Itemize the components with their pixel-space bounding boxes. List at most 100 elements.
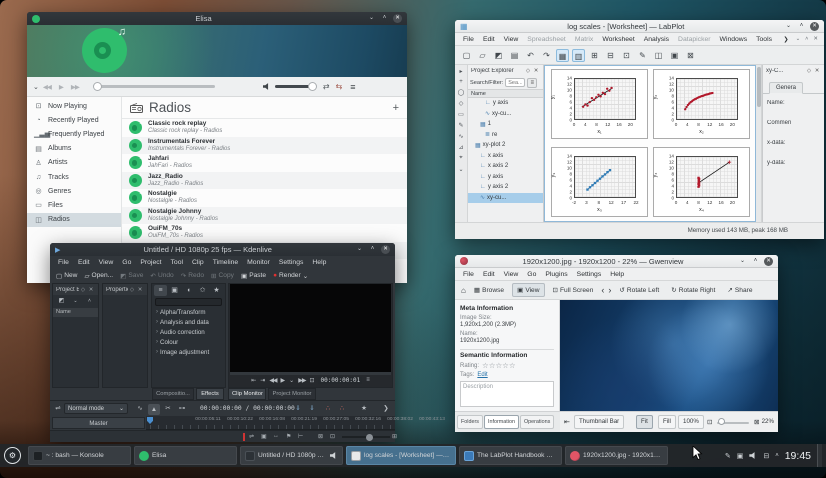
tree-item[interactable]: ∿ xy-cu...	[468, 193, 543, 204]
menu-item[interactable]: Settings	[275, 258, 308, 267]
arrow-up-icon[interactable]: ˄	[83, 296, 96, 307]
sidebar-item[interactable]: ♫ Tracks	[27, 170, 121, 184]
view-button[interactable]: ▣View	[512, 283, 544, 297]
record-options-icon[interactable]: ∴	[336, 404, 348, 412]
thumbnail-bar-toggle-icon[interactable]: ⇤	[564, 418, 570, 426]
side-toolbar-icon[interactable]: ⌄	[458, 166, 463, 173]
effects-search-input[interactable]	[155, 298, 222, 306]
monitor-timecode[interactable]: 00:00:00:01	[318, 377, 362, 384]
next-track-icon[interactable]: ▶▶	[71, 83, 79, 91]
tree-item[interactable]: ∟ y axis	[468, 98, 543, 109]
menu-item[interactable]: Project	[136, 258, 165, 267]
sidebar-item[interactable]: ◔ Recently Played	[27, 113, 121, 127]
worksheet-view[interactable]: y₁ 02468101214 048121620 x₁ y₂ 024681012…	[544, 65, 756, 222]
repeat-icon[interactable]: ⇆	[336, 82, 343, 91]
filter-input[interactable]	[505, 78, 525, 87]
tree-item[interactable]: ≣ re	[468, 130, 543, 141]
play-icon[interactable]: ▶	[59, 83, 63, 91]
side-toolbar-icon[interactable]: ⊿	[458, 144, 463, 151]
zoom-slider-handle[interactable]	[718, 418, 725, 425]
float-panel-icon[interactable]: ◇	[79, 287, 87, 293]
zoom-100-button[interactable]: 100%	[678, 415, 704, 429]
player-menu-icon[interactable]: ≡	[350, 82, 355, 92]
toolbar-button[interactable]: ⊞ Copy	[211, 272, 236, 280]
favorite-effects-star-icon[interactable]: ★	[358, 404, 370, 412]
master-track-button[interactable]: Master	[52, 417, 145, 429]
volume-icon[interactable]	[263, 83, 271, 91]
seek-slider[interactable]	[95, 85, 215, 88]
sidebar-item[interactable]: ▁▃▅ Frequently Played	[27, 127, 121, 141]
sidebar-item[interactable]: ⊡ Now Playing	[27, 99, 121, 113]
toolbar-overflow-icon[interactable]: ❯	[380, 404, 392, 412]
menu-item[interactable]: File	[459, 270, 478, 279]
loop-zone-icon[interactable]: ⊡	[309, 377, 314, 384]
browse-button[interactable]: ▦Browse	[470, 284, 508, 296]
menu-item[interactable]: Windows	[716, 35, 752, 44]
menu-item[interactable]: Plugins	[541, 270, 571, 279]
toolbar-button[interactable]: ◩ Save	[120, 272, 145, 280]
sidebar-item[interactable]: ♙ Artists	[27, 156, 121, 170]
back-icon[interactable]: ‹	[601, 285, 604, 295]
menu-item[interactable]: Edit	[74, 258, 94, 267]
float-panel-icon[interactable]: ◇	[805, 68, 813, 74]
fit-button[interactable]: Fit	[636, 415, 653, 429]
share-button[interactable]: ↗Share	[723, 284, 756, 296]
mix-tool-icon[interactable]: ∿	[134, 404, 146, 412]
menu-item[interactable]: View	[95, 258, 118, 267]
toolbar-icon[interactable]: ▥	[572, 49, 585, 62]
filter-options-icon[interactable]: ≡	[527, 78, 537, 88]
toolbar-icon[interactable]: ◩	[492, 49, 505, 62]
rating-stars[interactable]: ☆☆☆☆☆	[482, 361, 516, 370]
taskbar-task[interactable]: log scales - [Worksheet] — LabPlot	[346, 446, 456, 465]
rewind-icon[interactable]: ◀◀	[269, 377, 276, 384]
menu-item[interactable]: Help	[308, 258, 330, 267]
side-toolbar-icon[interactable]: ⌖	[459, 155, 462, 162]
plot-container-1[interactable]: y₁ 02468101214 048121620 x₁	[551, 69, 648, 139]
play-menu-caret-icon[interactable]: ⌄	[289, 377, 294, 384]
home-icon[interactable]: ⌂	[461, 286, 466, 295]
side-toolbar-icon[interactable]: ▭	[458, 111, 464, 118]
zoom-slider-handle[interactable]	[366, 434, 373, 441]
side-toolbar-icon[interactable]: +	[459, 79, 463, 85]
taskbar-task[interactable]: 1920x1200.jpg - 1920x1200 - 22% ...	[565, 446, 668, 465]
maximize-icon[interactable]: ˄	[380, 14, 389, 23]
list-view-icon[interactable]: ≡	[154, 285, 167, 296]
radio-list-item[interactable]: Nostalgie Nostalgie - Radios	[122, 189, 407, 207]
favorite-effects-icon[interactable]: ✩	[196, 285, 209, 296]
menu-item[interactable]: Worksheet	[598, 35, 638, 44]
selection-tool-icon[interactable]: ▲	[148, 404, 160, 415]
menu-item[interactable]: Spreadsheet	[523, 35, 570, 44]
effect-group-row[interactable]: › Audio correction	[152, 327, 225, 337]
timeline-ruler[interactable]: 00:00:05:1100:00:10:2200:00:16:0800:00:2…	[146, 416, 395, 430]
effect-group-row[interactable]: › Alpha/Transform	[152, 307, 225, 317]
menu-item[interactable]: Go	[118, 258, 135, 267]
arrow-down-icon[interactable]: ⌄	[69, 296, 82, 307]
mdi-close-icon[interactable]: ✕	[811, 36, 820, 42]
menu-item[interactable]: Go	[523, 270, 540, 279]
tree-item[interactable]: ∟ x axis	[468, 151, 543, 162]
custom-effects-icon[interactable]: ★	[210, 285, 223, 296]
close-icon[interactable]: ✕	[764, 257, 773, 266]
toolbar-icon[interactable]: ▱	[476, 49, 489, 62]
taskbar-task[interactable]: ~ : bash — Konsole	[28, 446, 131, 465]
fill-button[interactable]: Fill	[658, 415, 676, 429]
audio-effects-icon[interactable]: ◖	[182, 285, 195, 296]
menu-item[interactable]: Settings	[573, 270, 606, 279]
toolbar-button[interactable]: ▱ Open...	[84, 272, 115, 280]
elisa-titlebar[interactable]: Elisa ⌄ ˄ ✕	[27, 12, 407, 25]
effect-group-row[interactable]: › Colour	[152, 337, 225, 347]
zoom-fit-icon[interactable]: ⊞	[392, 433, 397, 440]
toolbar-button[interactable]: ↶ Undo	[150, 272, 175, 280]
full-screen-button[interactable]: ⊡Full Screen	[549, 284, 598, 296]
radio-list-item[interactable]: Classic rock replay Classic rock replay …	[122, 119, 407, 137]
collapse-player-icon[interactable]: ⌄	[33, 83, 39, 91]
add-clip-icon[interactable]: ◩	[55, 296, 68, 307]
side-toolbar-icon[interactable]: ▸	[459, 68, 462, 75]
clipboard-icon[interactable]: ▣	[737, 452, 744, 460]
zone-start-icon[interactable]: ⇤	[251, 377, 256, 384]
zoom-out-icon[interactable]: ⊠	[318, 433, 323, 440]
sidebar-item[interactable]: ▤ Albums	[27, 142, 121, 156]
monitor-video-area[interactable]	[230, 284, 391, 372]
radio-list-item[interactable]: Nostalgie Johnny Nostalgie Johnny - Radi…	[122, 207, 407, 225]
plot-container-3[interactable]: y₃ 02468101214 -238121722 x₃	[551, 147, 648, 217]
